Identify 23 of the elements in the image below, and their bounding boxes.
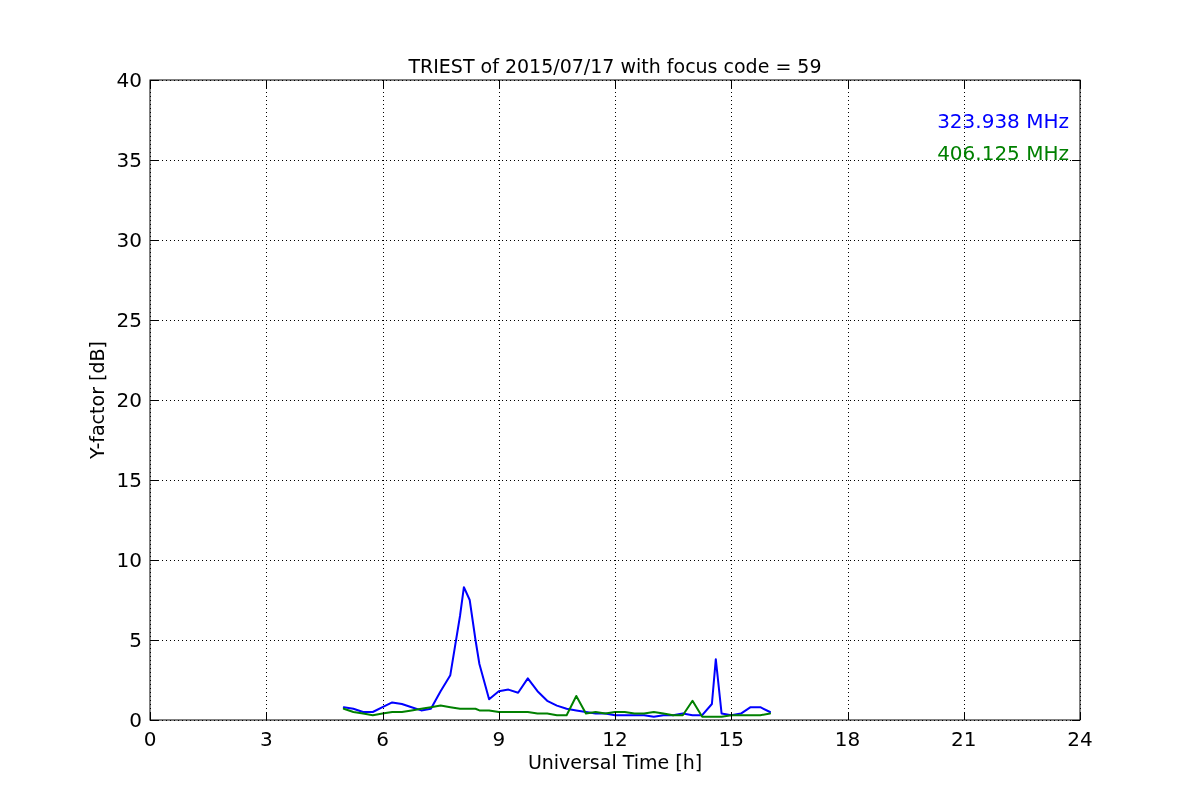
y-tick-label: 30	[116, 228, 142, 252]
y-tick-label: 20	[116, 388, 142, 412]
x-tick-label: 6	[376, 727, 389, 751]
y-tick-label: 25	[116, 308, 142, 332]
x-tick-label: 15	[718, 727, 744, 751]
legend-label: 406.125 MHz	[937, 141, 1069, 165]
x-tick-label: 24	[1067, 727, 1093, 751]
y-tick-label: 5	[129, 628, 142, 652]
chart-title: TRIEST of 2015/07/17 with focus code = 59	[408, 55, 822, 77]
y-tick-label: 35	[116, 148, 142, 172]
y-tick-label: 10	[116, 548, 142, 572]
x-tick-label: 18	[834, 727, 861, 751]
y-tick-label: 0	[129, 708, 142, 732]
x-tick-label: 21	[951, 727, 977, 751]
y-tick-label: 40	[116, 68, 142, 92]
x-tick-label: 12	[602, 727, 628, 751]
y-tick-label: 15	[116, 468, 142, 492]
y-axis-label: Y-factor [dB]	[86, 341, 108, 459]
legend-label: 323.938 MHz	[937, 109, 1069, 133]
x-tick-label: 3	[259, 727, 273, 751]
x-tick-label: 0	[143, 727, 157, 751]
x-axis-label: Universal Time [h]	[527, 751, 703, 773]
x-tick-label: 9	[492, 727, 506, 751]
